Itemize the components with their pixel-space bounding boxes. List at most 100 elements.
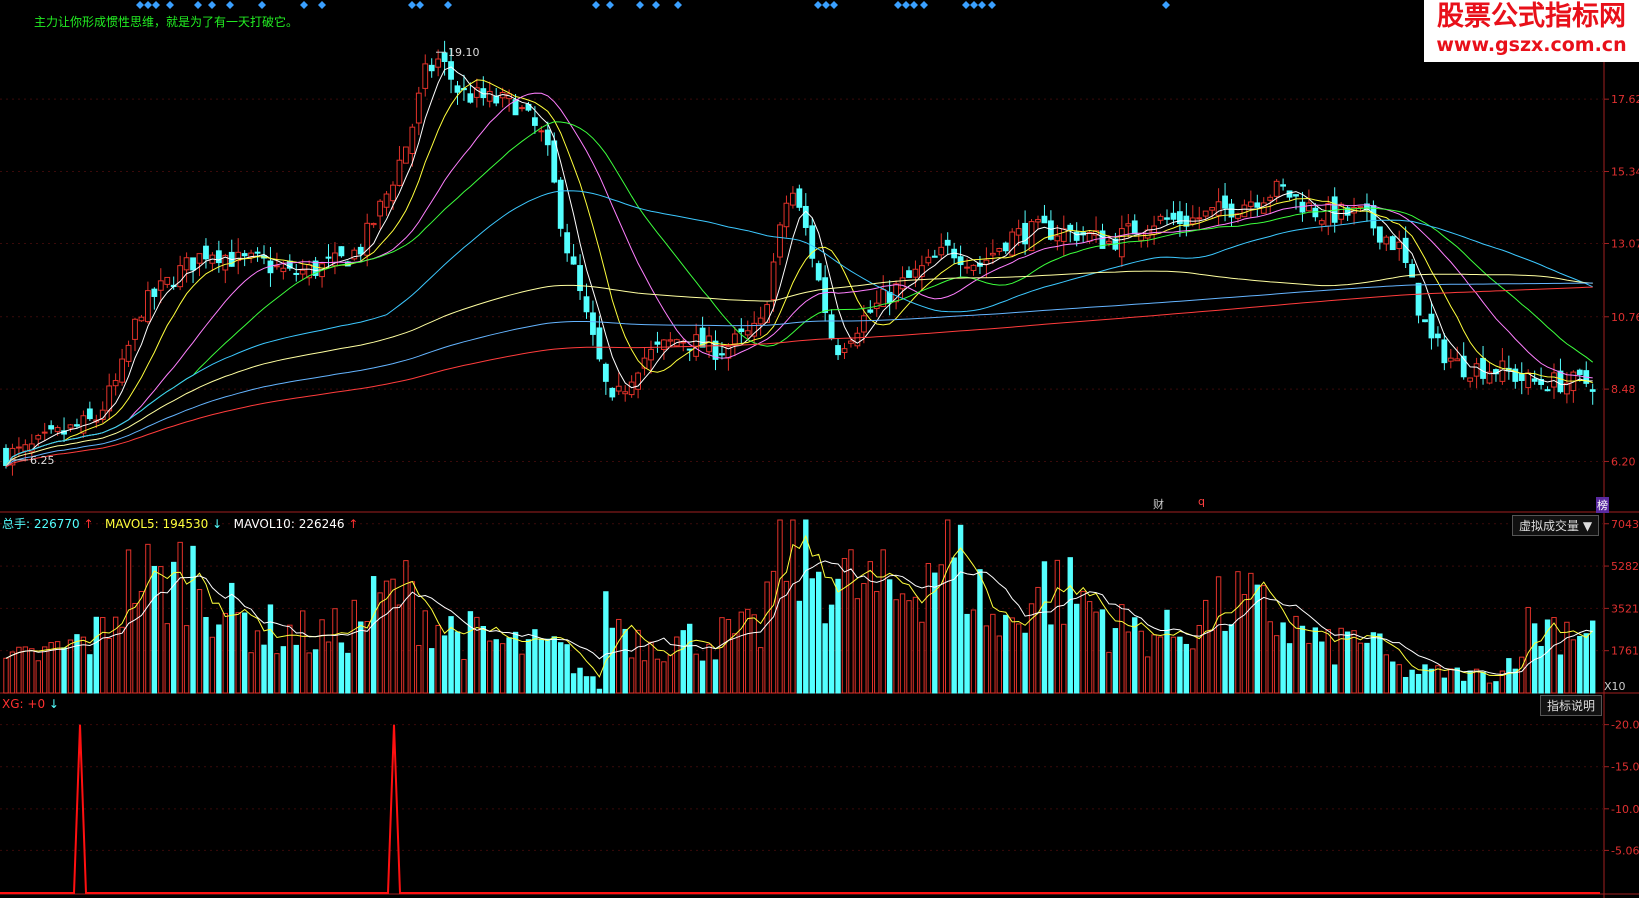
volume-bar [635, 629, 641, 694]
candle-body [338, 246, 345, 257]
volume-bar [725, 619, 732, 694]
volume-bar [583, 676, 590, 694]
stock-chart[interactable]: 17.62 15.34 13.07 10.76 8.48 6.20 70439 52829 35… [0, 0, 1639, 898]
candle-body [274, 265, 280, 268]
event-diamond-icon [258, 1, 266, 9]
volume-bar [461, 658, 467, 694]
volume-bar [841, 557, 848, 694]
event-diamond-icon [978, 1, 986, 9]
volume-bar [590, 676, 596, 694]
candle-body [1473, 363, 1480, 377]
q-marker[interactable]: q [1198, 495, 1205, 508]
candle-body [22, 444, 29, 452]
candle-body [1273, 180, 1280, 197]
volume-bar [1564, 621, 1570, 694]
candle-body [744, 330, 751, 336]
volume-bar [293, 644, 299, 694]
candle-body [357, 246, 364, 255]
candle-body [1576, 369, 1583, 376]
volume-bar [757, 647, 764, 694]
candle-body [409, 126, 416, 155]
volume-bar [1402, 676, 1409, 694]
volume-bar [480, 626, 487, 694]
volume-bar [16, 646, 22, 694]
candle-body [106, 385, 113, 412]
volume-bar [422, 610, 428, 694]
volume-bar [1538, 645, 1544, 694]
candle-body [48, 425, 55, 430]
volume-bar [22, 646, 29, 694]
volume-bar [93, 616, 99, 694]
volume-bar [1409, 669, 1415, 694]
volume-bar [42, 646, 48, 694]
bang-marker[interactable]: 榜 [1596, 497, 1609, 513]
candle-body [764, 304, 771, 323]
volume-bar [345, 652, 351, 694]
candle-body [215, 250, 222, 264]
volume-bar [1377, 633, 1383, 694]
volume-tick-label: 17610 [1611, 645, 1639, 658]
volume-bar [1170, 636, 1177, 694]
volume-bar [183, 625, 190, 694]
cai-marker[interactable]: 财 [1153, 496, 1164, 512]
volume-bar [545, 638, 551, 694]
candle-body [16, 446, 22, 449]
candle-body [164, 276, 171, 285]
candle-body [1318, 220, 1325, 225]
candle-body [1280, 184, 1286, 187]
volume-bar [158, 566, 164, 694]
ma-line-ma60 [5, 190, 1593, 466]
candle-body [428, 64, 435, 72]
volume-bar [1577, 635, 1583, 694]
ma-line-ma250 [5, 282, 1593, 467]
volume-bar [274, 653, 280, 694]
volume-bar [351, 599, 358, 694]
candle-body [667, 339, 674, 342]
candle-body [912, 268, 919, 278]
virtual-volume-button[interactable]: 虚拟成交量 ▼ [1512, 515, 1600, 536]
xg-tick-label: -10.0 [1611, 803, 1639, 816]
volume-bar [719, 617, 725, 694]
candle-body [377, 200, 384, 217]
volume-bar [390, 578, 396, 694]
candle-body [1422, 319, 1428, 323]
event-diamond-icon [970, 1, 978, 9]
volume-bar [29, 648, 35, 694]
volume-bar [1009, 617, 1015, 694]
candle-body [1454, 358, 1461, 362]
xg-tick-label: -20.0 [1611, 719, 1639, 732]
volume-bar [964, 613, 970, 694]
candle-body [1312, 207, 1319, 218]
event-diamond-icon [652, 1, 660, 9]
volume-legend: 总手: 226770 ↑ MAVOL5: 194530 ↓ MAVOL10: 2… [2, 515, 358, 532]
candle-body [132, 318, 138, 340]
candle-body [970, 264, 977, 271]
event-diamond-icon [894, 1, 902, 9]
watermark-line1: 股票公式指标网 [1437, 1, 1626, 32]
volume-bar [35, 660, 41, 694]
candle-body [157, 280, 164, 291]
volume-bar [564, 644, 570, 694]
volume-bar [1570, 639, 1577, 694]
candle-body [719, 353, 725, 356]
volume-bar [325, 641, 332, 694]
volume-bar [1003, 614, 1009, 694]
candle-body [254, 251, 261, 254]
volume-bar [796, 600, 803, 694]
event-diamond-icon [822, 1, 830, 9]
candle-body [1551, 372, 1557, 388]
candle-body [590, 312, 596, 335]
xg-legend: XG: +0 ↓ [2, 697, 59, 711]
candle-body [383, 193, 390, 208]
volume-bar [1132, 617, 1138, 694]
volume-bar [1041, 561, 1048, 694]
candle-body [280, 267, 287, 273]
indicator-help-button[interactable]: 指标说明 [1540, 695, 1603, 716]
candle-body [1325, 203, 1332, 227]
mavol10-label: MAVOL10: [233, 517, 295, 531]
candle-body [1209, 207, 1216, 211]
candle-body [1254, 202, 1261, 208]
low-price-label: 6.25 [30, 454, 55, 467]
candle-body [467, 93, 474, 103]
volume-bar [990, 613, 996, 694]
